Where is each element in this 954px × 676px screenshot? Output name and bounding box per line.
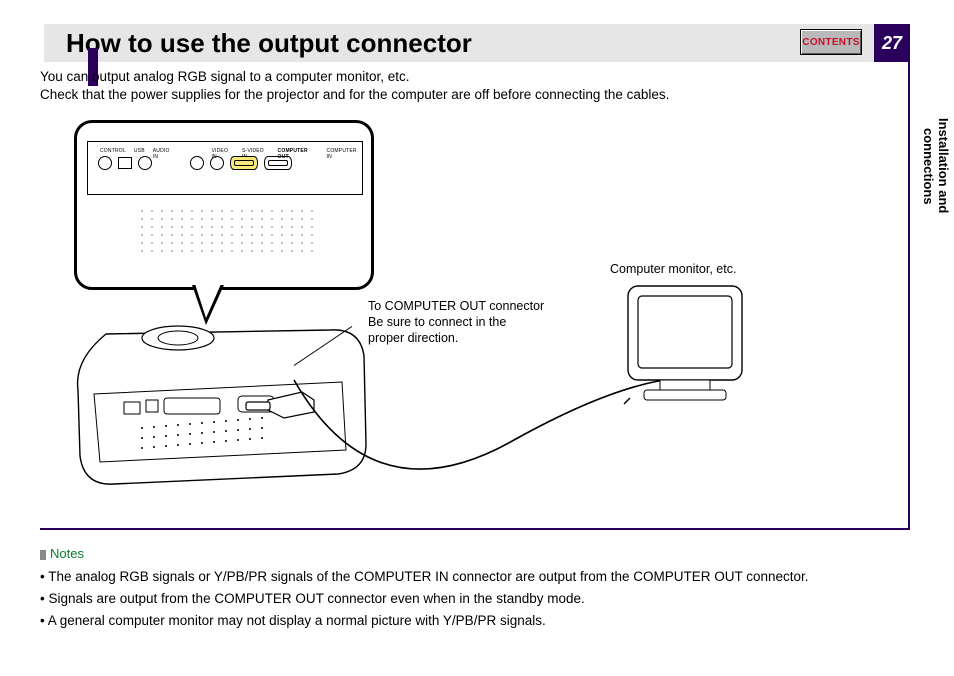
connector-line3: proper direction. (368, 330, 578, 346)
divider-bottom (40, 528, 910, 530)
computer-in-port-icon (264, 156, 292, 170)
contents-button[interactable]: CONTENTS (800, 29, 862, 55)
title-bar: How to use the output connector (44, 24, 874, 62)
page-number: 27 (874, 24, 910, 62)
port-row (98, 156, 292, 170)
page-root: How to use the output connector CONTENTS… (0, 0, 954, 676)
monitor-label: Computer monitor, etc. (610, 262, 736, 276)
page-title: How to use the output connector (66, 28, 472, 59)
connector-line1: To COMPUTER OUT connector (368, 298, 578, 314)
intro-text: You can output analog RGB signal to a co… (40, 68, 669, 104)
section-tab: Installation and connections (918, 100, 954, 232)
notes-section: Notes • The analog RGB signals or Y/PB/P… (40, 544, 910, 633)
callout-tail-icon (192, 285, 224, 325)
note-item: • The analog RGB signals or Y/PB/PR sign… (40, 567, 910, 588)
monitor-illustration (620, 280, 750, 410)
control-port-icon (98, 156, 112, 170)
svideo-port-icon (210, 156, 224, 170)
connection-diagram: CONTROL USB AUDIO IN VIDEO IN S-VIDEO IN… (70, 110, 790, 510)
note-item: • A general computer monitor may not dis… (40, 611, 910, 632)
port-callout: CONTROL USB AUDIO IN VIDEO IN S-VIDEO IN… (74, 120, 374, 290)
video-port-icon (190, 156, 204, 170)
intro-line1: You can output analog RGB signal to a co… (40, 68, 669, 86)
notes-bullet-icon (40, 550, 46, 560)
audio-port-icon (138, 156, 152, 170)
usb-port-icon (118, 157, 132, 169)
label-computer-in: COMPUTER IN (327, 148, 362, 160)
intro-line2: Check that the power supplies for the pr… (40, 86, 669, 104)
notes-heading: Notes (40, 544, 910, 565)
connector-instruction: To COMPUTER OUT connector Be sure to con… (368, 298, 578, 346)
divider-right (908, 62, 910, 530)
vent-dots-icon (137, 207, 317, 257)
port-panel: CONTROL USB AUDIO IN VIDEO IN S-VIDEO IN… (87, 141, 363, 195)
note-item: • Signals are output from the COMPUTER O… (40, 589, 910, 610)
cable-line-icon (270, 350, 670, 490)
connector-line2: Be sure to connect in the (368, 314, 578, 330)
computer-out-port-icon (230, 156, 258, 170)
